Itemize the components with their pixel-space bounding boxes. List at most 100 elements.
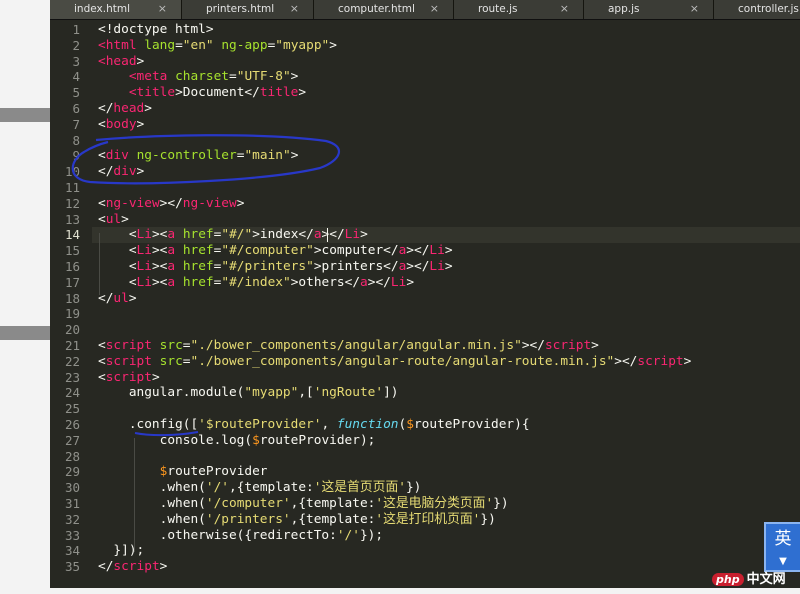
code-line[interactable]: <script>: [98, 370, 160, 386]
tab-route-js[interactable]: route.js ×: [454, 0, 584, 19]
code-line[interactable]: }]);: [98, 543, 144, 559]
code-line[interactable]: console.log($routeProvider);: [98, 432, 376, 449]
code-token: body: [105, 116, 137, 132]
code-token: <: [98, 211, 106, 227]
code-token: ,: [321, 417, 337, 432]
code-line[interactable]: $routeProvider: [98, 464, 268, 480]
code-token: ng-view: [182, 195, 237, 211]
code-line[interactable]: </ul>: [98, 291, 137, 307]
code-token: div: [105, 148, 129, 164]
tab-printers-html[interactable]: printers.html ×: [182, 0, 314, 19]
code-line[interactable]: </script>: [98, 559, 167, 575]
code-token: <: [98, 274, 137, 290]
indent-guide: [134, 438, 135, 552]
close-icon[interactable]: ×: [158, 0, 167, 18]
code-line[interactable]: <html lang="en" ng-app="myapp">: [98, 38, 337, 54]
ime-indicator[interactable]: 英 ▼: [764, 522, 800, 572]
code-line[interactable]: <script src="./bower_components/angular/…: [98, 338, 599, 354]
code-token: src: [159, 338, 183, 353]
line-number: 30: [64, 480, 80, 496]
code-line[interactable]: </head>: [98, 101, 152, 117]
line-number: 23: [64, 369, 80, 385]
code-token: ></: [406, 243, 430, 259]
code-token: <head: [98, 53, 137, 69]
code-line[interactable]: .when('/computer',{template:'这是电脑分类页面'}): [98, 496, 509, 512]
code-token: a: [167, 227, 176, 243]
code-line[interactable]: <script src="./bower_components/angular-…: [98, 354, 691, 370]
code-token: <title: [128, 85, 176, 101]
code-token: '/': [205, 480, 229, 496]
code-token: });: [359, 527, 384, 543]
code-line[interactable]: <!doctype html>: [98, 22, 214, 38]
code-token: =: [175, 37, 183, 53]
code-token: Li: [136, 227, 152, 243]
code-token: '/computer': [205, 496, 291, 511]
code-token: routeProvider: [167, 464, 268, 480]
code-token: ng-app: [221, 37, 268, 53]
code-token: >: [151, 369, 160, 385]
line-number: 35: [64, 559, 80, 575]
tab-label: computer.html: [338, 3, 415, 15]
code-token: script: [105, 353, 152, 369]
line-number: 21: [64, 338, 80, 353]
line-number: 10: [64, 164, 80, 180]
code-token: Li: [429, 243, 445, 259]
code-token: routeProvider);: [259, 432, 376, 448]
bottom-strip: [0, 588, 800, 594]
tab-controller-js[interactable]: controller.js: [714, 0, 800, 19]
chevron-down-icon: ▼: [779, 556, 787, 567]
tab-index-html[interactable]: index.html ×: [50, 0, 182, 19]
code-token: <!doctype html>: [98, 22, 214, 37]
close-icon[interactable]: ×: [290, 0, 299, 18]
tab-app-js[interactable]: app.js ×: [584, 0, 714, 19]
line-number: 25: [64, 401, 80, 417]
code-line[interactable]: .config(['$routeProvider', function($rou…: [98, 417, 530, 433]
code-token: href: [182, 259, 214, 274]
code-line[interactable]: <meta charset="UTF-8">: [98, 69, 299, 85]
code-token: >: [136, 116, 145, 132]
code-token: <: [98, 195, 106, 211]
code-token: '/printers': [205, 511, 291, 527]
line-number: 33: [64, 527, 80, 543]
code-line[interactable]: <head>: [98, 54, 144, 70]
code-token: >: [159, 559, 168, 575]
desktop-left-strip: [0, 0, 50, 594]
code-line[interactable]: <title>Document</title>: [98, 85, 306, 101]
code-line[interactable]: <Li><a href="#/computer">computer</a></L…: [98, 243, 453, 259]
code-token: </: [98, 559, 114, 575]
code-line[interactable]: .when('/',{template:'这是首页页面'}): [98, 480, 422, 496]
tab-computer-html[interactable]: computer.html ×: [314, 0, 454, 19]
code-token: }): [405, 480, 422, 496]
code-token: <meta: [128, 69, 168, 85]
code-line[interactable]: <ul>: [98, 212, 129, 228]
code-line[interactable]: .when('/printers',{template:'这是打印机页面'}): [98, 512, 496, 528]
code-token: <: [98, 259, 137, 274]
close-icon[interactable]: ×: [560, 0, 569, 18]
code-line[interactable]: <Li><a href="#/printers">printers</a></L…: [98, 259, 453, 275]
code-token: ,{template:: [290, 511, 376, 527]
code-token: ,{template:: [290, 496, 376, 511]
line-number: 34: [64, 543, 80, 559]
code-token: a: [313, 227, 322, 243]
code-token: ]): [383, 385, 399, 401]
code-token: '这是电脑分类页面': [375, 496, 494, 511]
code-token: ></: [406, 259, 430, 274]
code-line[interactable]: angular.module("myapp",['ngRoute']): [98, 385, 399, 401]
code-line[interactable]: .otherwise({redirectTo:'/'});: [98, 528, 383, 544]
code-line[interactable]: <div ng-controller="main">: [98, 148, 298, 164]
line-number: 7: [72, 116, 80, 132]
code-line[interactable]: <ng-view></ng-view>: [98, 196, 244, 212]
code-token: ></: [321, 227, 345, 243]
code-token: >: [683, 353, 692, 369]
close-icon[interactable]: ×: [690, 0, 699, 18]
code-line[interactable]: <Li><a href="#/index">others</a></Li>: [98, 275, 414, 291]
code-token: "#/computer": [221, 243, 314, 259]
code-line[interactable]: <body>: [98, 117, 144, 133]
tab-label: controller.js: [738, 3, 799, 15]
code-token: >computer</: [313, 243, 399, 259]
code-line[interactable]: </div>: [98, 164, 144, 180]
code-token: >Document</: [175, 85, 260, 101]
close-icon[interactable]: ×: [430, 0, 439, 18]
